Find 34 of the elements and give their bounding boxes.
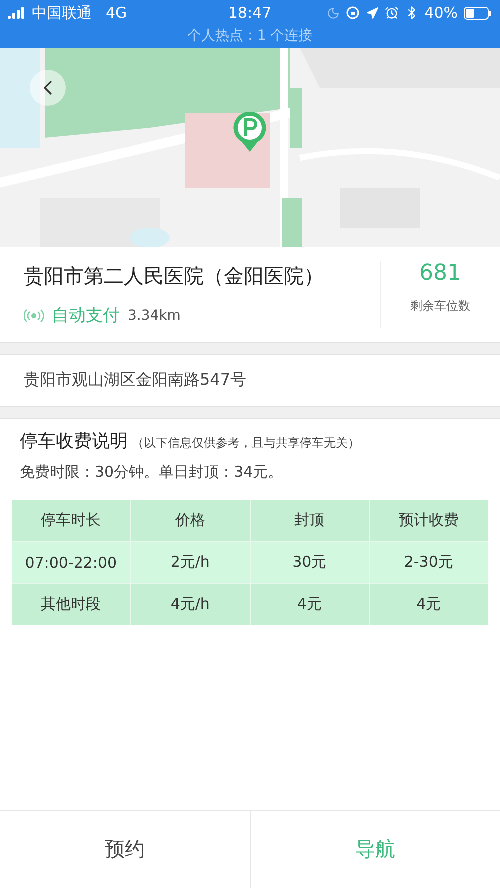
table-header: 预计收费 bbox=[370, 500, 488, 541]
hotspot-banner[interactable]: 个人热点：1 个连接 bbox=[0, 26, 500, 46]
fee-disclaimer: （以下信息仅供参考，且与共享停车无关） bbox=[132, 435, 360, 452]
signal-icon bbox=[8, 7, 26, 19]
table-cell: 2元/h bbox=[131, 542, 250, 583]
table-cell: 其他时段 bbox=[12, 584, 130, 625]
fee-section-title: 停车收费说明 bbox=[20, 430, 128, 453]
free-spaces-label: 剩余车位数 bbox=[410, 298, 470, 315]
clock-time: 18:47 bbox=[228, 4, 272, 22]
table-header: 封顶 bbox=[250, 500, 369, 541]
rotation-lock-icon bbox=[346, 6, 360, 20]
battery-percent: 40% bbox=[424, 4, 458, 22]
location-arrow-icon bbox=[366, 6, 379, 20]
table-cell: 2-30元 bbox=[370, 542, 488, 583]
free-spaces-count: 681 bbox=[420, 261, 462, 286]
parking-pin-icon bbox=[232, 110, 268, 154]
parking-lot-name: 贵阳市第二人民医院（金阳医院） bbox=[24, 263, 325, 290]
table-cell: 30元 bbox=[250, 542, 369, 583]
alarm-icon bbox=[384, 6, 399, 20]
wireless-signal-icon bbox=[24, 308, 44, 322]
network-type: 4G bbox=[106, 4, 128, 22]
distance-text: 3.34km bbox=[128, 308, 181, 324]
table-cell: 4元 bbox=[370, 584, 488, 625]
table-cell: 07:00-22:00 bbox=[12, 542, 130, 583]
table-header: 价格 bbox=[131, 500, 250, 541]
table-cell: 4元/h bbox=[131, 584, 250, 625]
back-button[interactable] bbox=[30, 70, 66, 106]
battery-icon bbox=[464, 6, 492, 20]
moon-icon bbox=[326, 6, 340, 20]
table-header: 停车时长 bbox=[12, 500, 130, 541]
auto-pay-label: 自动支付 bbox=[52, 305, 120, 327]
table-cell: 4元 bbox=[250, 584, 369, 625]
fee-summary: 免费时限：30分钟。单日封顶：34元。 bbox=[19, 462, 284, 482]
carrier-name: 中国联通 bbox=[32, 4, 92, 22]
